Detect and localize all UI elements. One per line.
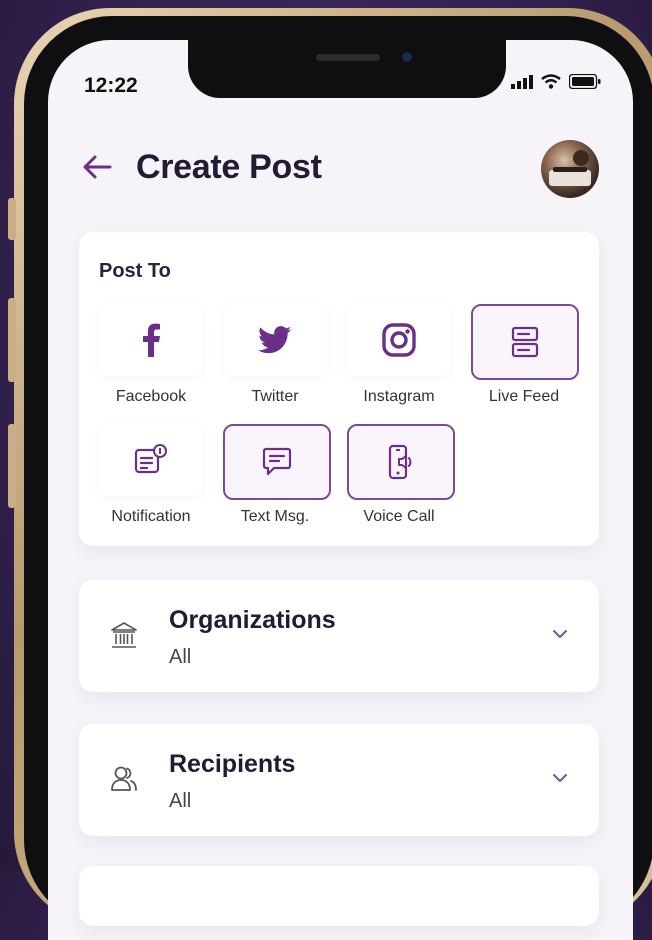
users-icon: [111, 766, 137, 791]
post-option-label: Twitter: [251, 388, 299, 405]
front-camera: [402, 52, 412, 62]
post-option-facebook[interactable]: [99, 304, 203, 376]
post-to-title: Post To: [99, 260, 171, 282]
battery-icon: [569, 74, 601, 89]
organizations-select[interactable]: Organizations All: [79, 580, 599, 692]
recipients-value: All: [169, 790, 192, 812]
recipients-label: Recipients: [169, 750, 296, 778]
header: Create Post: [48, 140, 633, 210]
avatar[interactable]: [541, 140, 599, 198]
post-option-label: Voice Call: [363, 508, 435, 525]
avatar-photo: [549, 150, 591, 186]
next-card: [79, 866, 599, 926]
organizations-label: Organizations: [169, 606, 336, 634]
app-screen: 12:22 Create Post Post To Facebook Twitt…: [48, 40, 633, 940]
twitter-icon: [258, 326, 292, 354]
wifi-icon: [541, 74, 561, 89]
back-arrow-icon[interactable]: [80, 150, 114, 184]
voice-call-icon: [388, 444, 412, 480]
status-icons: [511, 74, 601, 89]
notification-icon: [134, 444, 167, 474]
live-feed-icon: [511, 326, 539, 358]
text-message-icon: [262, 447, 292, 476]
post-option-voice-call[interactable]: [347, 424, 455, 500]
post-option-label: Live Feed: [488, 388, 560, 405]
post-option-notification[interactable]: [99, 424, 203, 496]
post-option-label: Notification: [111, 508, 191, 525]
bank-icon: [111, 622, 137, 648]
post-option-instagram[interactable]: [347, 304, 451, 376]
notch: [188, 40, 506, 98]
post-option-live-feed[interactable]: [471, 304, 579, 380]
side-button: [8, 424, 16, 508]
side-button: [8, 298, 16, 382]
chevron-down-icon[interactable]: [551, 772, 569, 784]
post-option-twitter[interactable]: [223, 304, 327, 376]
side-button: [8, 198, 16, 240]
speaker: [316, 54, 380, 61]
post-to-card: Post To Facebook Twitter Instagram Live …: [79, 232, 599, 546]
page-title: Create Post: [136, 148, 322, 186]
signal-icon: [511, 74, 533, 89]
post-option-label: Instagram: [363, 388, 435, 405]
chevron-down-icon[interactable]: [551, 628, 569, 640]
recipients-select[interactable]: Recipients All: [79, 724, 599, 836]
instagram-icon: [382, 323, 416, 357]
post-option-label: Facebook: [115, 388, 187, 405]
status-time: 12:22: [84, 74, 138, 97]
facebook-icon: [143, 323, 160, 357]
organizations-value: All: [169, 646, 192, 668]
post-option-text-message[interactable]: [223, 424, 331, 500]
post-option-label: Text Msg.: [240, 508, 310, 525]
